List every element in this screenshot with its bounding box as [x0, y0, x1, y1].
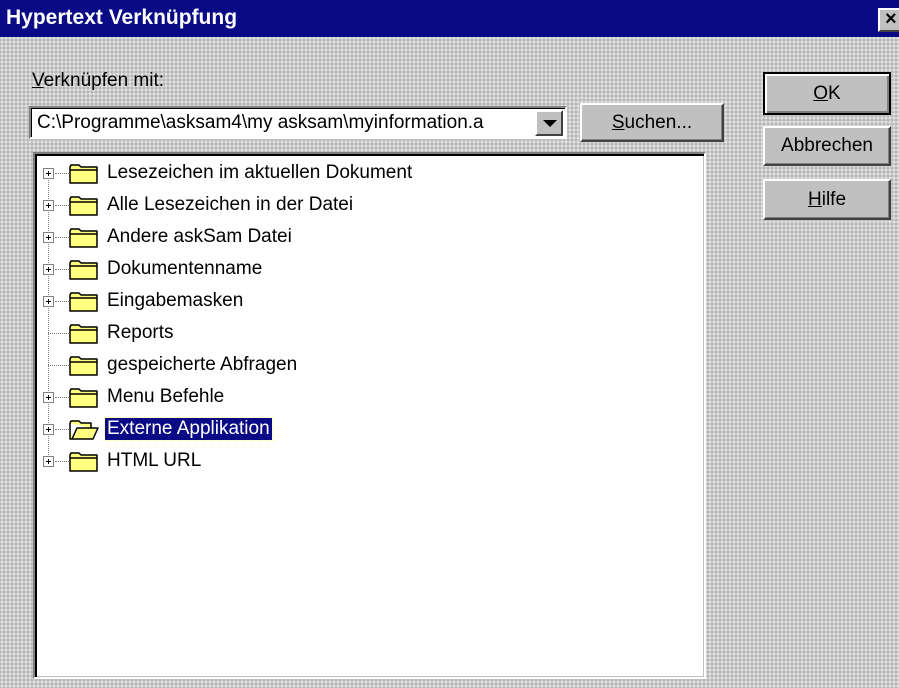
tree-item[interactable]: Eingabemasken — [35, 286, 635, 318]
tree-item-label[interactable]: HTML URL — [105, 450, 203, 472]
tree-branch-line — [55, 429, 69, 430]
ok-button-accelerator: O — [813, 82, 829, 104]
tree-item-label[interactable]: Menu Befehle — [105, 386, 226, 408]
folder-icon — [69, 162, 99, 186]
expand-icon[interactable] — [43, 296, 54, 307]
link-with-label-text: erknüpfen mit: — [43, 70, 165, 91]
tree-item[interactable]: Alle Lesezeichen in der Datei — [35, 190, 635, 222]
close-icon: × — [885, 8, 897, 30]
close-button[interactable]: × — [878, 8, 899, 32]
folder-icon — [69, 450, 99, 474]
tree-item[interactable]: Dokumentenname — [35, 254, 635, 286]
expand-icon[interactable] — [43, 200, 54, 211]
tree-branch-line — [55, 461, 69, 462]
folder-icon — [69, 290, 99, 314]
folder-icon — [69, 354, 99, 378]
tree-item-label[interactable]: Eingabemasken — [105, 290, 245, 312]
tree-item[interactable]: Andere askSam Datei — [35, 222, 635, 254]
tree-branch-line — [55, 397, 69, 398]
link-target-combobox[interactable]: C:\Programme\asksam4\my asksam\myinforma… — [29, 106, 567, 139]
tree-item-label[interactable]: Lesezeichen im aktuellen Dokument — [105, 162, 414, 184]
link-target-tree[interactable]: Lesezeichen im aktuellen Dokument Alle Le… — [33, 152, 706, 679]
title-bar: Hypertext Verknüpfung × — [0, 0, 899, 37]
tree-item[interactable]: Reports — [35, 318, 635, 350]
help-button-accelerator: H — [807, 188, 822, 210]
link-with-label: Verknüpfen mit: — [32, 70, 164, 92]
link-with-label-accelerator: V — [32, 70, 44, 91]
open-folder-icon — [69, 418, 99, 442]
folder-icon — [69, 258, 99, 282]
tree-item-label[interactable]: Externe Applikation — [104, 417, 273, 441]
tree-item-label[interactable]: gespeicherte Abfragen — [105, 354, 299, 376]
tree-branch-line — [55, 237, 69, 238]
tree-branch-line — [55, 301, 69, 302]
folder-icon — [69, 322, 99, 346]
dialog-title: Hypertext Verknüpfung — [6, 6, 238, 29]
expand-icon[interactable] — [43, 456, 54, 467]
folder-icon — [69, 194, 99, 218]
search-button-accelerator: S — [611, 111, 625, 133]
expand-icon[interactable] — [43, 392, 54, 403]
tree-branch-line — [55, 269, 69, 270]
folder-icon — [69, 386, 99, 410]
tree-item[interactable]: gespeicherte Abfragen — [35, 350, 635, 382]
tree-item[interactable]: Lesezeichen im aktuellen Dokument — [35, 158, 635, 190]
tree-branch-line — [48, 365, 69, 366]
search-button-label: uchen... — [624, 111, 693, 133]
tree-item-label[interactable]: Andere askSam Datei — [105, 226, 294, 248]
tree-item[interactable]: HTML URL — [35, 446, 635, 478]
cancel-button[interactable]: Abbrechen — [763, 126, 891, 166]
tree-branch-line — [48, 333, 69, 334]
tree-item-label[interactable]: Reports — [105, 322, 176, 344]
tree-item-label[interactable]: Alle Lesezeichen in der Datei — [105, 194, 355, 216]
tree-item[interactable]: Externe Applikation — [35, 414, 635, 446]
help-button[interactable]: Hilfe — [763, 179, 891, 220]
folder-icon — [69, 226, 99, 250]
search-button[interactable]: Suchen... — [580, 103, 724, 142]
tree-branch-line — [55, 173, 69, 174]
expand-icon[interactable] — [43, 168, 54, 179]
expand-icon[interactable] — [43, 424, 54, 435]
cancel-button-label: Abbrechen — [781, 135, 873, 156]
link-target-value[interactable]: C:\Programme\asksam4\my asksam\myinforma… — [37, 112, 537, 134]
tree-item[interactable]: Menu Befehle — [35, 382, 635, 414]
tree-item-label[interactable]: Dokumentenname — [105, 258, 264, 280]
tree-branch-line — [55, 205, 69, 206]
expand-icon[interactable] — [43, 232, 54, 243]
ok-button-label: K — [828, 82, 841, 104]
help-button-label: ilfe — [821, 188, 847, 210]
expand-icon[interactable] — [43, 264, 54, 275]
ok-button[interactable]: OK — [763, 72, 891, 115]
dropdown-arrow-icon[interactable] — [535, 110, 563, 136]
